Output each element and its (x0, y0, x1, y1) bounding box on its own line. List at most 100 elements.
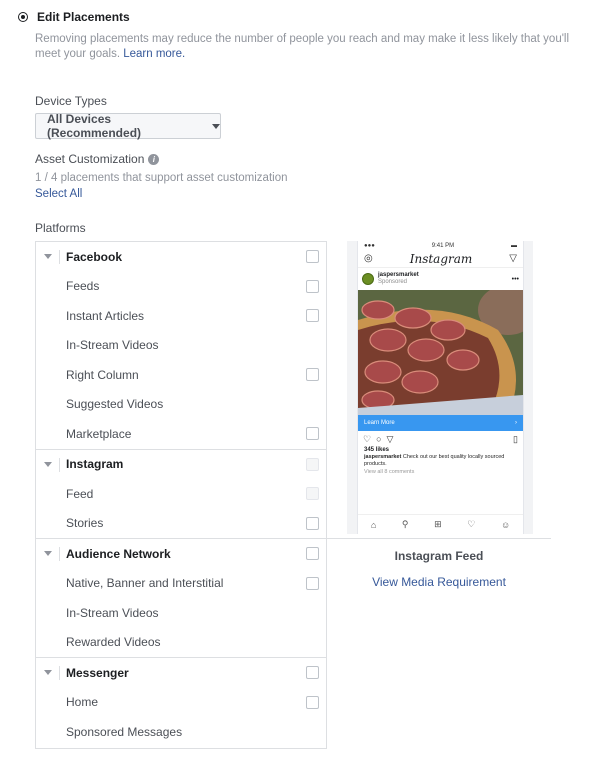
placement-label: In-Stream Videos (66, 605, 159, 620)
add-post-icon: ⊞ (434, 519, 442, 529)
placement-item[interactable]: Native, Banner and Interstitial (36, 569, 326, 599)
platform-header-messenger[interactable]: Messenger (36, 658, 326, 688)
post-caption: jaspersmarket Check out our best quality… (358, 453, 523, 469)
checkbox-stories[interactable] (306, 516, 319, 530)
placement-label: Feeds (66, 279, 100, 294)
checkbox-instagram-feed[interactable] (306, 487, 319, 501)
share-icon: ▽ (386, 433, 394, 444)
more-icon: ••• (511, 275, 519, 283)
battery-icon: ▬ (510, 242, 517, 249)
post-header: jaspersmarket Sponsored ••• (358, 268, 523, 290)
placement-label: In-Stream Videos (66, 338, 159, 353)
placement-item[interactable]: In-Stream Videos (36, 331, 326, 361)
status-time: 9:41 PM (431, 242, 455, 249)
placement-item[interactable]: Home (36, 688, 326, 718)
asset-customization-summary: 1 / 4 placements that support asset cust… (35, 172, 288, 184)
device-types-dropdown[interactable]: All Devices (Recommended) (35, 112, 221, 140)
placement-item[interactable]: Marketplace (36, 419, 326, 449)
chevron-down-icon[interactable] (44, 670, 52, 676)
status-bar: ●●● 9:41 PM ▬ (358, 241, 523, 250)
placement-item[interactable]: Instant Articles (36, 301, 326, 331)
separator (59, 250, 60, 264)
instagram-header: ◎ Instagram ▽ (358, 250, 523, 268)
checkbox-audience-network[interactable] (306, 547, 319, 561)
heart-icon: ♡ (467, 519, 476, 529)
instagram-bottom-nav: ⌂ ⚲ ⊞ ♡ ☺ (358, 514, 523, 534)
placement-label: Sponsored Messages (66, 724, 183, 739)
chevron-down-icon[interactable] (44, 551, 52, 557)
placement-label: Suggested Videos (66, 397, 164, 412)
checkbox-home[interactable] (306, 695, 319, 709)
learn-more-link[interactable]: Learn more. (123, 48, 185, 60)
home-icon: ⌂ (370, 519, 377, 530)
caption-user: jaspersmarket (364, 454, 402, 460)
placement-label: Native, Banner and Interstitial (66, 576, 224, 591)
placement-item[interactable]: In-Stream Videos (36, 598, 326, 628)
post-actions: ♡ ○ ▽ ▯ (358, 431, 523, 447)
platform-header-facebook[interactable]: Facebook (36, 242, 326, 272)
platform-group-facebook: Facebook Feeds Instant Articles In-Strea… (36, 242, 326, 450)
placement-item[interactable]: Feeds (36, 272, 326, 302)
placements-description: Removing placements may reduce the numbe… (35, 32, 590, 62)
platforms-list: Facebook Feeds Instant Articles In-Strea… (35, 241, 327, 749)
checkbox-feeds[interactable] (306, 279, 319, 293)
search-icon: ⚲ (401, 519, 409, 529)
placement-label: Feed (66, 486, 94, 501)
bookmark-icon: ▯ (513, 433, 518, 444)
platform-name: Audience Network (66, 546, 171, 561)
platform-name: Instagram (66, 457, 124, 472)
sponsored-label: Sponsored (378, 279, 408, 285)
checkbox-native-banner[interactable] (306, 576, 319, 590)
platforms-label: Platforms (35, 221, 86, 235)
signal-icon: ●●● (364, 242, 375, 249)
placement-label: Stories (66, 516, 104, 531)
account-name: jaspersmarket (378, 272, 419, 278)
separator (59, 457, 60, 472)
preview-divider (327, 538, 551, 539)
separator (59, 547, 60, 561)
select-all-link[interactable]: Select All (35, 188, 82, 200)
send-icon: ▽ (509, 253, 517, 264)
placement-item[interactable]: Sponsored Messages (36, 717, 326, 747)
chevron-right-icon: › (515, 420, 517, 426)
cta-label: Learn More (364, 420, 395, 426)
platform-group-instagram: Instagram Feed Stories (36, 450, 326, 539)
post-account: jaspersmarket Sponsored (378, 272, 419, 286)
radio-selected-icon[interactable] (19, 13, 27, 21)
placement-item[interactable]: Suggested Videos (36, 390, 326, 420)
platform-name: Messenger (66, 665, 129, 680)
view-media-requirement-link[interactable]: View Media Requirement (327, 575, 551, 589)
preview-title: Instagram Feed (394, 549, 484, 563)
caret-down-icon (212, 123, 220, 129)
heart-icon: ♡ (363, 433, 372, 444)
camera-icon: ◎ (364, 253, 373, 264)
separator (59, 666, 60, 680)
placement-label: Home (66, 695, 99, 710)
platform-header-instagram[interactable]: Instagram (36, 450, 326, 480)
placement-item[interactable]: Stories (36, 509, 326, 539)
placement-item[interactable]: Right Column (36, 360, 326, 390)
platform-name: Facebook (66, 249, 123, 264)
checkbox-facebook[interactable] (306, 250, 319, 264)
description-text: Removing placements may reduce the numbe… (35, 33, 570, 60)
avatar (362, 273, 374, 285)
platform-header-audience-network[interactable]: Audience Network (36, 539, 326, 569)
fig-tart-image (358, 290, 523, 415)
checkbox-messenger[interactable] (306, 666, 319, 680)
placement-item[interactable]: Rewarded Videos (36, 628, 326, 658)
device-types-label: Device Types (35, 94, 107, 108)
checkbox-right-column[interactable] (306, 368, 319, 382)
placement-label: Rewarded Videos (66, 635, 161, 650)
chevron-down-icon[interactable] (44, 461, 52, 467)
placement-label: Instant Articles (66, 308, 145, 323)
platform-group-audience-network: Audience Network Native, Banner and Inte… (36, 539, 326, 658)
edit-placements-option[interactable]: Edit Placements (19, 10, 130, 24)
placement-item[interactable]: Feed (36, 479, 326, 509)
checkbox-instagram[interactable] (306, 457, 319, 471)
checkbox-marketplace[interactable] (306, 427, 319, 441)
checkbox-instant-articles[interactable] (306, 309, 319, 323)
chevron-down-icon[interactable] (44, 254, 52, 260)
phone-mockup: ●●● 9:41 PM ▬ ◎ Instagram ▽ jaspersmarke… (357, 241, 524, 534)
info-icon[interactable]: i (148, 154, 160, 166)
placement-label: Right Column (66, 367, 139, 382)
